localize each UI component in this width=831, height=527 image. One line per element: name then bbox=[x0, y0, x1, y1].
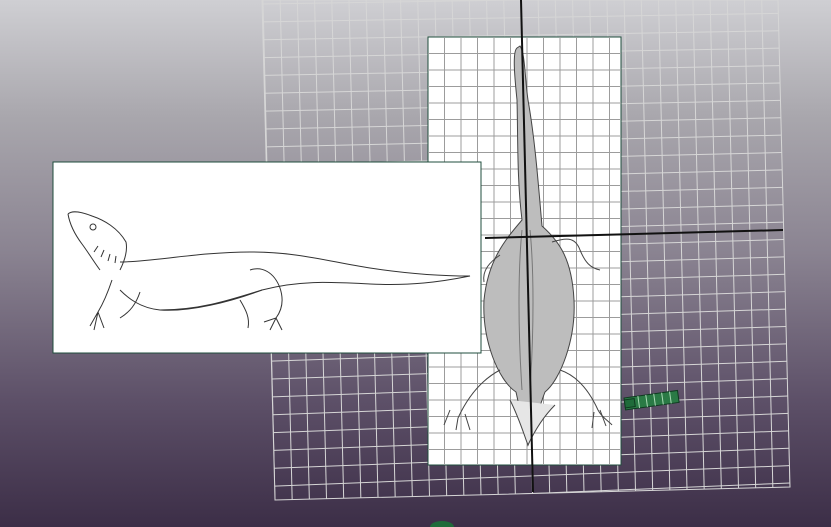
camera-icon[interactable] bbox=[623, 389, 680, 411]
viewport-scene[interactable] bbox=[0, 0, 831, 527]
grid-line bbox=[691, 0, 705, 490]
grid-line bbox=[657, 0, 671, 491]
3d-viewport[interactable] bbox=[0, 0, 831, 527]
grid-line bbox=[674, 0, 688, 490]
grid-line bbox=[622, 0, 636, 491]
grid-line bbox=[262, 0, 779, 5]
grid-line bbox=[708, 0, 722, 489]
grid-line bbox=[639, 0, 654, 491]
side-view-reference-image[interactable] bbox=[52, 161, 482, 354]
partial-object-bottom[interactable] bbox=[430, 521, 454, 527]
